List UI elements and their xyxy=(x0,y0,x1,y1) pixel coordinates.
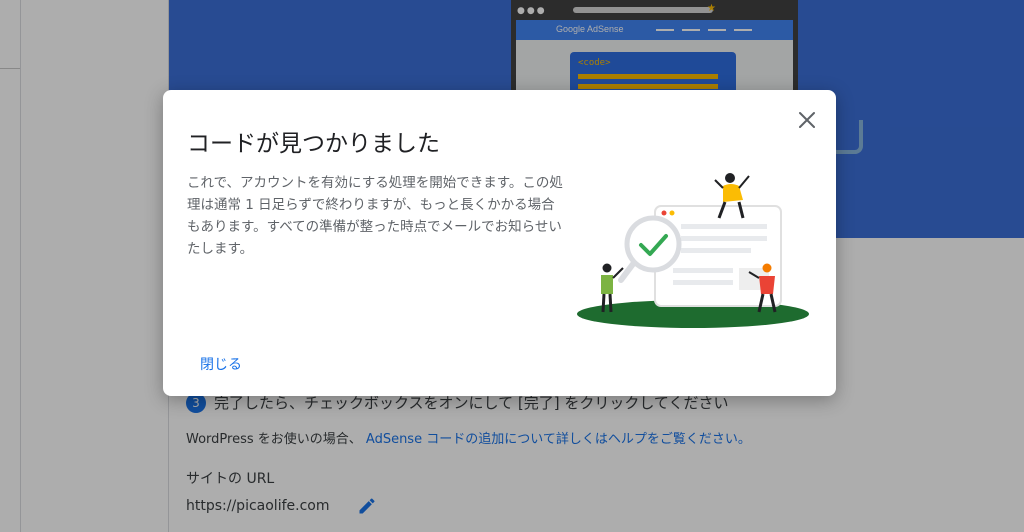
success-illustration xyxy=(577,173,809,328)
code-found-dialog: コードが見つかりました これで、アカウントを有効にする処理を開始できます。この処… xyxy=(163,90,836,396)
close-button[interactable]: 閉じる xyxy=(200,354,242,374)
close-icon[interactable] xyxy=(795,108,819,132)
dialog-body: これで、アカウントを有効にする処理を開始できます。この処理は通常 1 日足らずで… xyxy=(187,175,563,257)
dialog-title: コードが見つかりました xyxy=(187,131,440,157)
